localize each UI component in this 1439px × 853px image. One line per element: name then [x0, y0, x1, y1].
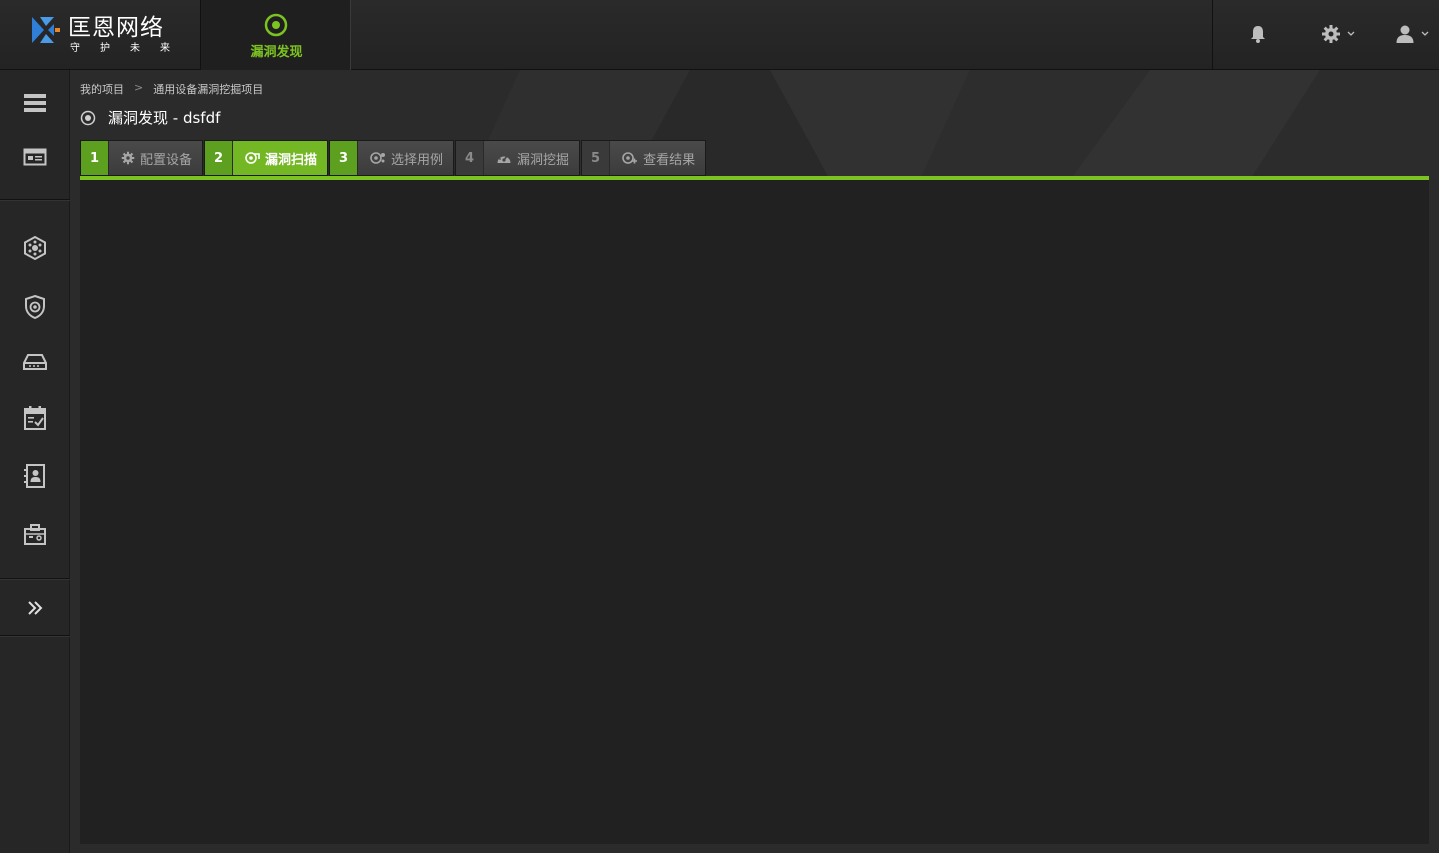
breadcrumb-item-current[interactable]: 通用设备漏洞挖掘项目	[153, 81, 263, 97]
step-number: 2	[205, 141, 234, 175]
wizard-steps: 1 配置设备 2 漏洞扫描 3 选择用例 4 漏洞挖掘 5 查看结果	[80, 140, 707, 176]
user-menu[interactable]	[1395, 24, 1429, 44]
network-hex-icon	[24, 235, 46, 261]
chevron-down-icon	[1421, 31, 1429, 36]
step-number: 5	[582, 141, 611, 175]
brand-logo-icon	[32, 17, 60, 43]
brand-slogan: 守护未来	[70, 43, 190, 54]
top-bar: 匡恩网络 守护未来 漏洞发现	[0, 0, 1439, 70]
settings-menu[interactable]	[1321, 24, 1355, 44]
step-view-results[interactable]: 5 查看结果	[581, 140, 707, 176]
hard-drive-icon	[23, 354, 47, 370]
user-icon	[1396, 25, 1414, 43]
breadcrumb-item-my-projects[interactable]: 我的项目	[80, 81, 124, 97]
step-label: 查看结果	[643, 152, 696, 168]
page-title: 漏洞发现 - dsfdf	[80, 107, 220, 128]
testcase-icon	[370, 152, 386, 164]
sidebar-item-toolbox[interactable]	[22, 521, 48, 547]
sidebar	[0, 70, 70, 853]
calendar-check-icon	[24, 406, 46, 430]
step-vuln-scan[interactable]: 2 漏洞扫描	[204, 140, 329, 176]
brand-name: 匡恩网络	[68, 15, 164, 41]
sidebar-item-schedule[interactable]	[22, 405, 48, 431]
sidebar-divider	[0, 578, 70, 579]
double-chevron-right-icon	[28, 601, 43, 615]
nav-tab-label: 漏洞发现	[250, 45, 303, 60]
sidebar-item-network[interactable]	[22, 235, 48, 261]
chevron-down-icon	[1347, 31, 1355, 36]
target-icon	[264, 13, 288, 37]
gauge-icon	[497, 154, 511, 163]
sidebar-item-storage[interactable]	[22, 349, 48, 375]
page-title-text: 漏洞发现 - dsfdf	[108, 109, 221, 127]
step-number: 3	[330, 141, 359, 175]
server-list-icon	[24, 94, 46, 112]
step-label: 选择用例	[391, 152, 444, 168]
step-configure-device[interactable]: 1 配置设备	[80, 140, 204, 176]
sidebar-item-contacts[interactable]	[22, 463, 48, 489]
scan-icon	[245, 152, 260, 164]
step-label: 漏洞扫描	[265, 152, 318, 168]
main-content: 我的项目 > 通用设备漏洞挖掘项目 漏洞发现 - dsfdf 1 配置设备 2 …	[70, 70, 1439, 853]
target-icon	[80, 110, 96, 125]
brand-logo[interactable]: 匡恩网络 守护未来	[0, 0, 200, 70]
step-number: 4	[456, 141, 485, 175]
content-panel	[80, 180, 1429, 844]
step-label: 漏洞挖掘	[517, 152, 570, 168]
sidebar-item-monitor[interactable]	[22, 144, 48, 170]
gear-icon	[121, 151, 135, 165]
sidebar-divider	[0, 635, 70, 636]
sidebar-item-servers[interactable]	[22, 90, 48, 116]
nav-tab-vuln-discovery[interactable]: 漏洞发现	[200, 0, 351, 70]
address-book-icon	[24, 464, 45, 488]
step-label: 配置设备	[140, 152, 193, 168]
shield-icon	[25, 294, 45, 320]
gear-icon	[1322, 25, 1340, 43]
toolbox-icon	[24, 524, 46, 545]
step-vuln-mining[interactable]: 4 漏洞挖掘	[455, 140, 581, 176]
bell-icon[interactable]	[1248, 24, 1268, 44]
result-icon	[622, 152, 638, 164]
breadcrumb-separator: >	[134, 81, 144, 94]
top-right-actions	[1212, 0, 1439, 70]
step-number: 1	[81, 141, 109, 175]
sidebar-item-security[interactable]	[22, 294, 48, 320]
step-select-cases[interactable]: 3 选择用例	[329, 140, 455, 176]
sidebar-divider	[0, 199, 70, 200]
breadcrumb: 我的项目 > 通用设备漏洞挖掘项目	[80, 81, 263, 97]
sidebar-expand-button[interactable]	[22, 595, 48, 621]
monitor-window-icon	[23, 148, 47, 166]
